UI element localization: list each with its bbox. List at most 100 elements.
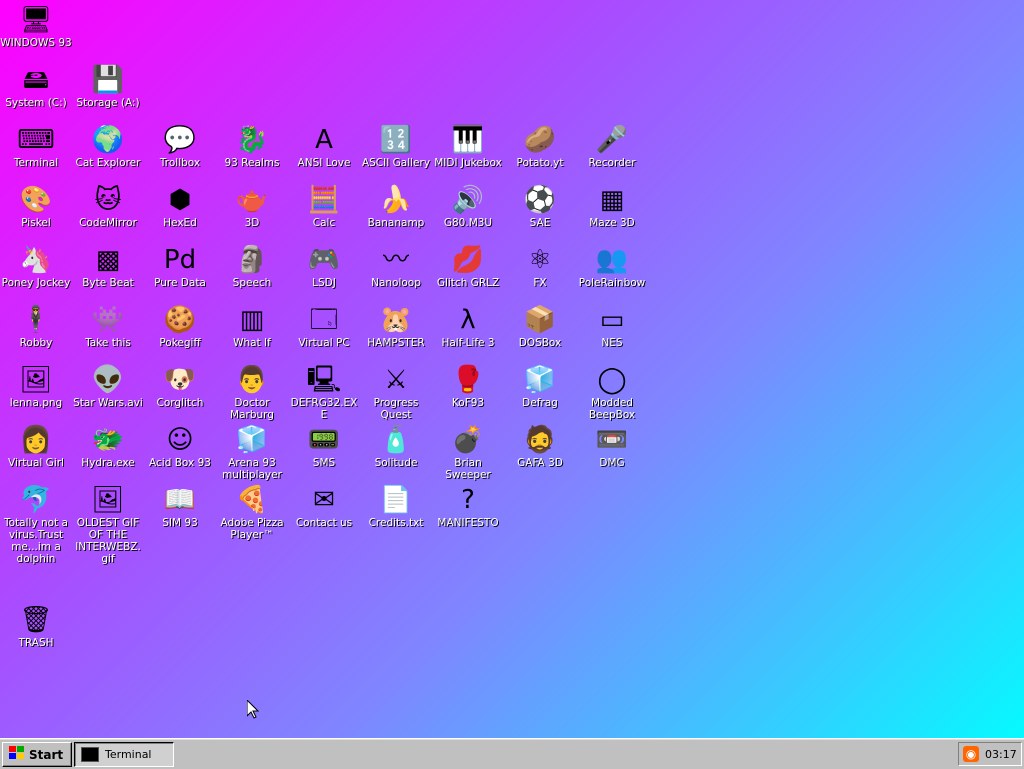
sae-icon: ⚽ — [523, 185, 557, 215]
desktop-icon-speech[interactable]: 🗿 Speech — [216, 244, 288, 289]
desktop-icon-virtual-girl[interactable]: 👩 Virtual Girl — [0, 424, 72, 469]
desktop-icon-trash[interactable]: 🗑 TRASH — [0, 604, 72, 649]
trollbox-icon: 💬 — [163, 125, 197, 155]
taskbar-item-label: Terminal — [105, 748, 152, 761]
desktop-icon-hydra-exe[interactable]: 🐲 Hydra.exe — [72, 424, 144, 469]
ascii-gallery-icon: 🔢 — [379, 125, 413, 155]
desktop-icon-acid-box-93[interactable]: ☺ Acid Box 93 — [144, 424, 216, 469]
desktop-icon-what-if[interactable]: ▥ What If — [216, 304, 288, 349]
desktop-icon-nanoloop[interactable]: 〰 Nanoloop — [360, 244, 432, 289]
desktop-icon-bananamp[interactable]: 🍌 Bananamp — [360, 184, 432, 229]
bananamp-icon: 🍌 — [379, 185, 413, 215]
desktop-icon-poney-jockey[interactable]: 🦄 Poney Jockey — [0, 244, 72, 289]
desktop-icon-label: Credits.txt — [368, 517, 424, 529]
desktop-icon-lenna-png[interactable]: 🖼 lenna.png — [0, 364, 72, 409]
desktop-icon-fx[interactable]: ⚛ FX — [504, 244, 576, 289]
start-button[interactable]: Start — [2, 742, 72, 767]
calc-icon: 🧮 — [307, 185, 341, 215]
desktop-icon-label: MIDI Jukebox — [434, 157, 502, 169]
desktop-icon-label: DMG — [599, 457, 625, 469]
desktop-icon-label: KoF93 — [451, 397, 485, 409]
desktop-icon-take-this[interactable]: 👾 Take this — [72, 304, 144, 349]
totally-not-a-virus-trust-me-im-a-dolphin-icon: 🐬 — [19, 485, 53, 515]
desktop-icon-label: SIM 93 — [162, 517, 198, 529]
desktop-icon-system-c[interactable]: 🖴 System (C:) — [0, 64, 72, 109]
lsdj-icon: 🎮 — [307, 245, 341, 275]
desktop-icon-pokegiff[interactable]: 🍪 Pokegiff — [144, 304, 216, 349]
desktop-icon-hampster[interactable]: 🐹 HAMPSTER — [360, 304, 432, 349]
desktop-icon-star-wars-avi[interactable]: 👽 Star Wars.avi — [72, 364, 144, 409]
desktop-icon-codemirror[interactable]: 🐱 CodeMirror — [72, 184, 144, 229]
desktop-icon-defrg32-exe[interactable]: 🖳 DEFRG32.EXE — [288, 364, 360, 421]
desktop-icon-oldest-gif-of-the-interwebz-gif[interactable]: 🖼 OLDEST GIF OF THE INTERWEBZ.gif — [72, 484, 144, 565]
desktop-icon-modded-beepbox[interactable]: ◯ Modded BeepBox — [576, 364, 648, 421]
desktop-icon-sae[interactable]: ⚽ SAE — [504, 184, 576, 229]
desktop-icon-label: Modded BeepBox — [588, 397, 636, 421]
desktop-icon-label: Nanoloop — [371, 277, 421, 289]
desktop-icon-brian-sweeper[interactable]: 💣 Brian Sweeper — [432, 424, 504, 481]
desktop-icon-label: WINDOWS 93 — [0, 37, 72, 49]
sms-icon: 📟 — [307, 425, 341, 455]
desktop-icon-virtual-pc[interactable]: 🗔 Virtual PC — [288, 304, 360, 349]
desktop-icon-midi-jukebox[interactable]: 🎹 MIDI Jukebox — [432, 124, 504, 169]
manifesto-icon: ? — [461, 485, 475, 515]
desktop-icon-maze-3d[interactable]: ▦ Maze 3D — [576, 184, 648, 229]
desktop-icon-lsdj[interactable]: 🎮 LSDJ — [288, 244, 360, 289]
desktop-icon-defrag[interactable]: 🧊 Defrag — [504, 364, 576, 409]
taskbar-item-terminal[interactable]: Terminal — [74, 742, 174, 767]
desktop-icon-robby[interactable]: 🕴 Robby — [0, 304, 72, 349]
desktop-icon-sim-93[interactable]: 📖 SIM 93 — [144, 484, 216, 529]
desktop-icon-potato-yt[interactable]: 🥔 Potato.yt — [504, 124, 576, 169]
desktop-icon-glitch-grlz[interactable]: 💋 Glitch GRLZ — [432, 244, 504, 289]
desktop-icon-trollbox[interactable]: 💬 Trollbox — [144, 124, 216, 169]
desktop-icon-3d[interactable]: 🫖 3D — [216, 184, 288, 229]
desktop-icon-kof93[interactable]: 🥊 KoF93 — [432, 364, 504, 409]
glitch-grlz-icon: 💋 — [451, 245, 485, 275]
desktop-icon-windows-93[interactable]: 🖥 WINDOWS 93 — [0, 4, 72, 49]
desktop-icon-polerainbow[interactable]: 👥 PoleRainbow — [576, 244, 648, 289]
desktop-icon-recorder[interactable]: 🎤 Recorder — [576, 124, 648, 169]
desktop-icon-adobe-pizza-player[interactable]: 🍕 Adobe Pizza Player™ — [216, 484, 288, 541]
desktop-icon-cat-explorer[interactable]: 🌍 Cat Explorer — [72, 124, 144, 169]
desktop-icon-ansi-love[interactable]: A ANSI Love — [288, 124, 360, 169]
brian-sweeper-icon: 💣 — [451, 425, 485, 455]
desktop-icon-progress-quest[interactable]: ⚔ Progress Quest — [360, 364, 432, 421]
desktop-icon-gafa-3d[interactable]: 🧔 GAFA 3D — [504, 424, 576, 469]
desktop-icon-calc[interactable]: 🧮 Calc — [288, 184, 360, 229]
desktop-icon-dmg[interactable]: 📼 DMG — [576, 424, 648, 469]
desktop-icon-arena-93-multiplayer[interactable]: 🧊 Arena 93 multiplayer — [216, 424, 288, 481]
dmg-icon: 📼 — [595, 425, 629, 455]
desktop-icon-hexed[interactable]: ⬢ HexEd — [144, 184, 216, 229]
desktop-icon-sms[interactable]: 📟 SMS — [288, 424, 360, 469]
midi-jukebox-icon: 🎹 — [451, 125, 485, 155]
desktop-icon-dosbox[interactable]: 📦 DOSBox — [504, 304, 576, 349]
desktop-icon-93-realms[interactable]: 🐉 93 Realms — [216, 124, 288, 169]
desktop-icon-terminal[interactable]: ⌨ Terminal — [0, 124, 72, 169]
desktop-icon-totally-not-a-virus-trust-me-im-a-dolphin[interactable]: 🐬 Totally not a virus.Trust me...im a dol… — [0, 484, 72, 565]
desktop-icon-corglitch[interactable]: 🐶 Corglitch — [144, 364, 216, 409]
desktop-icon-doctor-marburg[interactable]: 👨 Doctor Marburg — [216, 364, 288, 421]
terminal-icon: ⌨ — [17, 125, 55, 155]
desktop-icon-nes[interactable]: ▭ NES — [576, 304, 648, 349]
hydra-exe-icon: 🐲 — [91, 425, 125, 455]
desktop-icon-piskel[interactable]: 🎨 Piskel — [0, 184, 72, 229]
cat-explorer-icon: 🌍 — [91, 125, 125, 155]
nes-icon: ▭ — [599, 305, 625, 335]
desktop-icon-pure-data[interactable]: Pd Pure Data — [144, 244, 216, 289]
desktop-icon-manifesto[interactable]: ? MANIFESTO — [432, 484, 504, 529]
rss-icon[interactable]: ◉ — [963, 746, 979, 762]
desktop-icon-ascii-gallery[interactable]: 🔢 ASCII Gallery — [360, 124, 432, 169]
desktop-icon-byte-beat[interactable]: ▩ Byte Beat — [72, 244, 144, 289]
desktop-icon-label: SAE — [529, 217, 551, 229]
desktop-icon-solitude[interactable]: 🧴 Solitude — [360, 424, 432, 469]
desktop-icon-credits-txt[interactable]: 📄 Credits.txt — [360, 484, 432, 529]
desktop-icon-label: Virtual PC — [298, 337, 350, 349]
desktop-icon-half-life-3[interactable]: λ Half-Life 3 — [432, 304, 504, 349]
desktop-icon-storage-a[interactable]: 💾 Storage (A:) — [72, 64, 144, 109]
star-wars-avi-icon: 👽 — [91, 365, 125, 395]
desktop-icon-contact-us[interactable]: ✉ Contact us — [288, 484, 360, 529]
desktop-icon-g80-m3u[interactable]: 🔊 G80.M3U — [432, 184, 504, 229]
maze-3d-icon: ▦ — [599, 185, 625, 215]
desktop-icon-label: HAMPSTER — [367, 337, 425, 349]
desktop-icon-label: Potato.yt — [516, 157, 564, 169]
